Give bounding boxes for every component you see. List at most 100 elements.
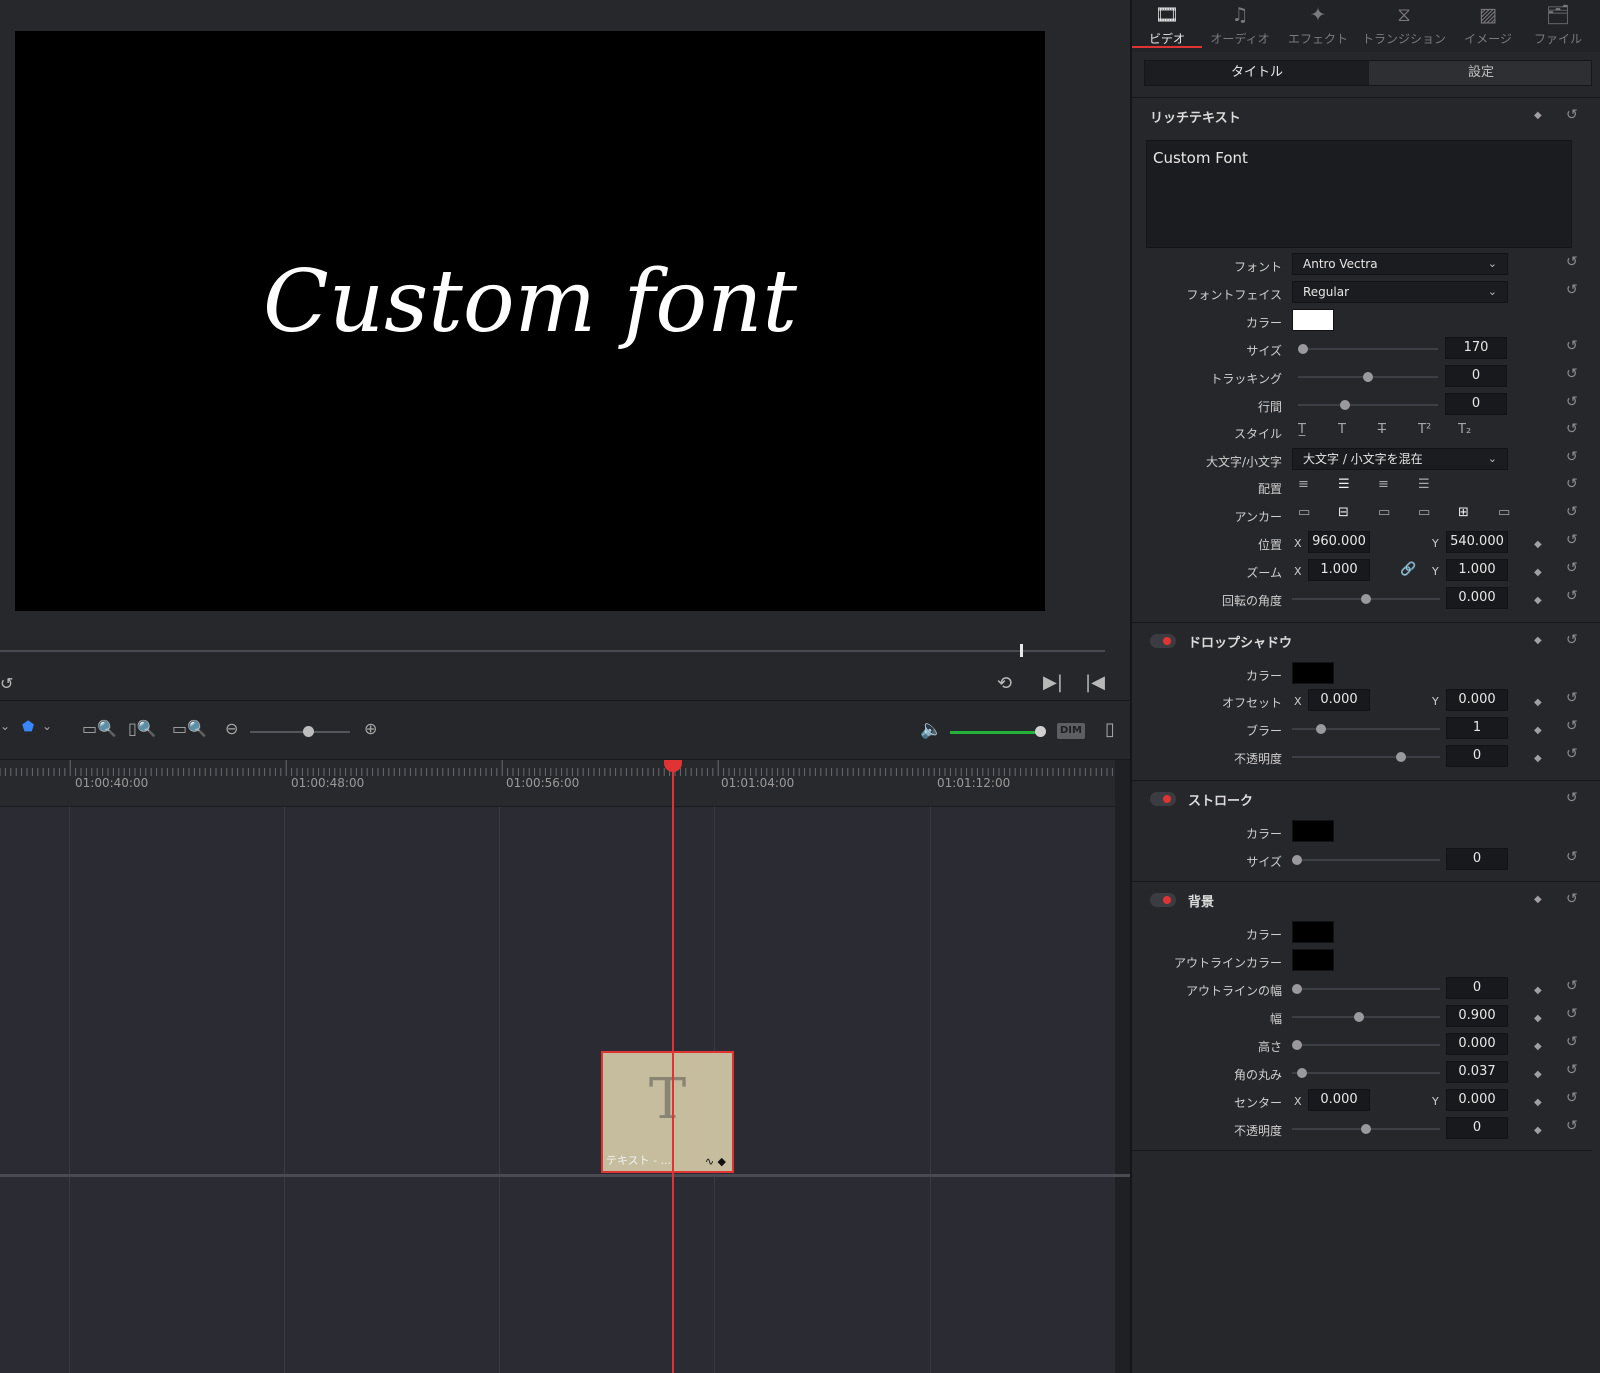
keyframe-diamond-icon[interactable]: ◆ [1534, 697, 1542, 708]
speaker-icon[interactable]: 🔈 [920, 719, 942, 740]
keyframe-diamond-icon[interactable]: ◆ [1534, 1125, 1542, 1136]
reset-icon[interactable]: ↺ [1566, 1006, 1578, 1022]
go-to-start-icon[interactable]: |◀︎ [1085, 672, 1105, 693]
text-color-swatch[interactable] [1292, 309, 1334, 331]
align-center-icon[interactable]: ☰ [1338, 477, 1350, 492]
tracking-slider[interactable] [1298, 372, 1438, 382]
playhead-line[interactable] [672, 760, 674, 1373]
rich-text-header[interactable]: リッチテキスト ◆ ↺ [1132, 97, 1600, 133]
outline-color-swatch[interactable] [1292, 949, 1334, 971]
font-face-dropdown[interactable]: Regular ⌄ [1292, 281, 1508, 303]
keyframe-diamond-icon[interactable]: ◆ [1534, 595, 1542, 606]
slider-knob[interactable] [1298, 344, 1308, 354]
outline-width-slider[interactable] [1292, 984, 1440, 994]
scrubber-handle[interactable] [1020, 644, 1023, 657]
reset-icon[interactable]: ↺ [1566, 504, 1578, 520]
reset-icon[interactable]: ↺ [1566, 978, 1578, 994]
outline-width-input[interactable]: 0 [1446, 977, 1508, 999]
position-y-input[interactable]: 540.000 [1446, 531, 1508, 553]
dim-button[interactable]: DIM [1057, 723, 1085, 739]
bg-height-input[interactable]: 0.000 [1446, 1033, 1508, 1055]
keyframe-curve-icon[interactable]: ∿ ◆ [705, 1155, 726, 1168]
style-subscript-icon[interactable]: T₂ [1458, 422, 1471, 437]
center-y-input[interactable]: 0.000 [1446, 1089, 1508, 1111]
subtab-title[interactable]: タイトル [1145, 61, 1369, 85]
bg-opacity-slider[interactable] [1292, 1124, 1440, 1134]
case-dropdown[interactable]: 大文字 / 小文字を混在 ⌄ [1292, 448, 1508, 470]
style-normal-icon[interactable]: T̲ [1298, 422, 1306, 437]
zoom-slider-knob[interactable] [303, 726, 314, 737]
background-toggle[interactable] [1150, 893, 1176, 907]
stroke-toggle[interactable] [1150, 792, 1176, 806]
zoom-x-input[interactable]: 1.000 [1308, 559, 1370, 581]
reset-icon[interactable]: ↺ [1566, 690, 1578, 706]
anchor-center-icon[interactable]: ⊞ [1458, 505, 1469, 520]
chevron-down-icon[interactable]: ⌄ [0, 719, 10, 733]
slider-knob[interactable] [1297, 1068, 1307, 1078]
keyframe-diamond-icon[interactable]: ◆ [1534, 725, 1542, 736]
reset-icon[interactable]: ↺ [1566, 849, 1578, 865]
tab-transition[interactable]: ⧖ トランジション [1358, 0, 1450, 50]
track-divider[interactable] [0, 1174, 1130, 1177]
shadow-offset-y-input[interactable]: 0.000 [1446, 689, 1508, 711]
reset-icon[interactable]: ↺ [1566, 282, 1578, 298]
slider-knob[interactable] [1361, 594, 1371, 604]
slider-knob[interactable] [1361, 1124, 1371, 1134]
loop-icon[interactable]: ⟲ [997, 673, 1012, 694]
anchor-middle-icon[interactable]: ⊟ [1338, 505, 1349, 520]
keyframe-diamond-icon[interactable]: ◆ [1534, 635, 1542, 646]
zoom-full-icon[interactable]: ▭🔍 [82, 719, 117, 738]
anchor-bottom-icon[interactable]: ▭ [1378, 505, 1390, 520]
reset-icon[interactable]: ↺ [1566, 476, 1578, 492]
volume-knob[interactable] [1035, 726, 1046, 737]
blur-slider[interactable] [1292, 724, 1440, 734]
tab-audio[interactable]: ♫ オーディオ [1204, 0, 1276, 50]
keyframe-diamond-icon[interactable]: ◆ [1534, 1041, 1542, 1052]
stroke-color-swatch[interactable] [1292, 820, 1334, 842]
bg-opacity-input[interactable]: 0 [1446, 1117, 1508, 1139]
shadow-opacity-input[interactable]: 0 [1446, 745, 1508, 767]
align-right-icon[interactable]: ≡ [1378, 477, 1389, 492]
reset-icon[interactable]: ↺ [1566, 1034, 1578, 1050]
style-strikethrough-icon[interactable]: T̶ [1378, 422, 1386, 437]
anchor-left-icon[interactable]: ▭ [1418, 505, 1430, 520]
bg-width-slider[interactable] [1292, 1012, 1440, 1022]
reset-icon[interactable]: ↺ [1566, 1090, 1578, 1106]
volume-slider[interactable] [950, 731, 1040, 734]
rotation-slider[interactable] [1292, 594, 1440, 604]
slider-knob[interactable] [1292, 984, 1302, 994]
keyframe-diamond-icon[interactable]: ◆ [1534, 894, 1542, 905]
shadow-opacity-slider[interactable] [1292, 752, 1440, 762]
reset-icon[interactable]: ↺ [1566, 338, 1578, 354]
text-clip[interactable]: T テキスト - ... ∿ ◆ [601, 1051, 734, 1173]
position-x-input[interactable]: 960.000 [1308, 531, 1370, 553]
reset-icon[interactable]: ↺ [1566, 1062, 1578, 1078]
corner-radius-input[interactable]: 0.037 [1446, 1061, 1508, 1083]
reset-icon[interactable]: ↺ [1566, 718, 1578, 734]
slider-knob[interactable] [1396, 752, 1406, 762]
tab-image[interactable]: ▨ イメージ [1454, 0, 1522, 50]
slider-knob[interactable] [1292, 1040, 1302, 1050]
zoom-y-input[interactable]: 1.000 [1446, 559, 1508, 581]
font-dropdown[interactable]: Antro Vectra ⌄ [1292, 253, 1508, 275]
tab-effects[interactable]: ✦ エフェクト [1280, 0, 1356, 50]
align-justify-icon[interactable]: ☰ [1418, 477, 1430, 492]
keyframe-diamond-icon[interactable]: ◆ [1534, 1013, 1542, 1024]
stroke-size-slider[interactable] [1292, 855, 1440, 865]
zoom-custom-icon[interactable]: ▭🔍 [172, 719, 207, 738]
reset-icon[interactable]: ↺ [1566, 560, 1578, 576]
reset-icon[interactable]: ↺ [1566, 588, 1578, 604]
meter-icon[interactable]: ▯ [1105, 719, 1115, 740]
keyframe-diamond-icon[interactable]: ◆ [1534, 539, 1542, 550]
slider-knob[interactable] [1292, 855, 1302, 865]
bg-width-input[interactable]: 0.900 [1446, 1005, 1508, 1027]
style-superscript-icon[interactable]: T² [1418, 422, 1431, 437]
anchor-right-icon[interactable]: ▭ [1498, 505, 1510, 520]
size-slider[interactable] [1298, 344, 1438, 354]
marker-flag-icon[interactable]: ⬟ [22, 719, 34, 735]
slider-knob[interactable] [1354, 1012, 1364, 1022]
zoom-detail-icon[interactable]: ▯🔍 [128, 719, 157, 738]
style-serif-icon[interactable]: T [1338, 422, 1346, 437]
shadow-color-swatch[interactable] [1292, 662, 1334, 684]
reset-icon[interactable]: ↺ [1566, 632, 1578, 648]
